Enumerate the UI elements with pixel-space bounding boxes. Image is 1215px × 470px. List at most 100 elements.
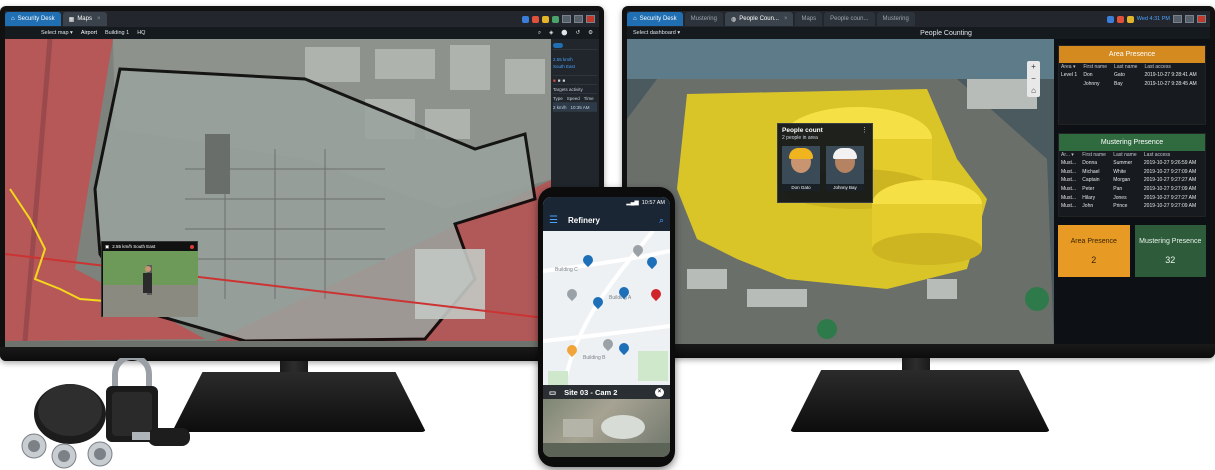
people-icon: ◍ xyxy=(730,16,737,23)
breadcrumb-hq[interactable]: HQ xyxy=(137,30,145,36)
left-toolbar: Select map ▾ Airport Building 1 HQ ⌕ ◈ ⬤… xyxy=(5,27,599,39)
gear-icon[interactable]: ⚙ xyxy=(588,30,593,36)
smartphone: ▂▄▆ 10:57 AM ☰ Refinery ⌕ Building C Bui… xyxy=(538,187,675,467)
menu-icon[interactable]: ☰ xyxy=(549,215,558,226)
alarm-icon[interactable] xyxy=(532,15,539,23)
targets-row[interactable]: 2 km/h 10:35 AM xyxy=(553,103,597,112)
target-time: 10:35 AM xyxy=(570,104,590,110)
status-icon[interactable] xyxy=(1106,15,1114,23)
close-tab-icon[interactable]: × xyxy=(97,16,101,22)
tab-security-desk[interactable]: ⌂ Security Desk xyxy=(627,12,683,26)
right-monitor-stand xyxy=(790,370,1050,432)
tile-value: 32 xyxy=(1165,254,1176,265)
cell: Jones xyxy=(1113,194,1127,201)
tab-security-desk[interactable]: ⌂ Security Desk xyxy=(5,12,61,26)
phone-camera-feed xyxy=(543,399,670,457)
maximize-button[interactable] xyxy=(1185,15,1194,23)
table-row[interactable]: Must... Donna Summer 2019-10-27 9:26:59 AM xyxy=(1059,159,1205,168)
tab-label: Mustering xyxy=(882,16,909,22)
person-card-don-gato[interactable]: Don Gato xyxy=(782,146,820,191)
breadcrumb-building[interactable]: Building 1 xyxy=(105,30,129,36)
minimize-button[interactable] xyxy=(562,15,571,23)
cell: Michael xyxy=(1082,168,1100,175)
layers-icon[interactable]: ◈ xyxy=(549,30,553,36)
phone-map[interactable]: Building C Building A Building B xyxy=(543,231,670,391)
alarm-icon[interactable] xyxy=(1116,15,1124,23)
direction-value: South East xyxy=(553,63,576,69)
pin-icon[interactable]: ⬤ xyxy=(561,30,567,36)
breadcrumb-airport[interactable]: Airport xyxy=(81,30,97,36)
health-icon[interactable] xyxy=(552,15,559,23)
col-time: Time xyxy=(583,95,594,101)
close-button[interactable] xyxy=(1197,15,1206,23)
medeco-lock-hardware xyxy=(20,354,210,470)
presence-panel-column: Area Presence Area ▾ First name Last nam… xyxy=(1054,39,1210,344)
col-area[interactable]: Ar... ▾ xyxy=(1059,151,1080,159)
notification-icon[interactable] xyxy=(542,15,549,23)
table-row[interactable]: Must... Hilary Jones 2019-10-27 9:27:27 AM xyxy=(1059,193,1205,202)
history-icon[interactable]: ↺ xyxy=(575,30,580,36)
person-card-johnny-bay[interactable]: Johnny Bay xyxy=(826,146,864,191)
mustering-presence-tile[interactable]: Mustering Presence 32 xyxy=(1134,225,1206,277)
table-row[interactable]: Must... Captain Morgan 2019-10-27 9:27:27 A… xyxy=(1059,176,1205,185)
tab-maps[interactable]: ▦ Maps × xyxy=(62,12,107,26)
select-dashboard-dropdown[interactable]: Select dashboard ▾ xyxy=(633,30,680,36)
notification-icon[interactable] xyxy=(1126,15,1134,23)
table-row[interactable]: Level 1 Don Gato 2019-10-27 9:28:41 AM xyxy=(1059,71,1205,80)
search-icon[interactable]: ⌕ xyxy=(659,215,664,226)
cell: Johnny xyxy=(1083,80,1100,87)
camera-tile[interactable]: ▣ 2.55 km/h South East xyxy=(101,241,198,317)
more-options-icon[interactable]: ⋮ xyxy=(861,126,868,134)
table-row[interactable]: Must... John Prince 2019-10-27 9:27:09 AM xyxy=(1059,202,1205,211)
tab-label: Maps xyxy=(77,16,92,22)
close-icon[interactable]: × xyxy=(655,387,664,397)
search-icon[interactable]: ⌕ xyxy=(538,30,541,37)
tab-label: People coun... xyxy=(830,16,869,22)
table-row[interactable]: Must... Michael White 2019-10-27 9:27:09 AM xyxy=(1059,168,1205,177)
speed-value: 2.55 km/h xyxy=(553,56,573,62)
door-icon[interactable]: ■ xyxy=(562,78,565,83)
tab-mustering-2[interactable]: Mustering xyxy=(876,12,915,26)
people-count-popup[interactable]: People count 2 people in area ⋮ Don Gato… xyxy=(777,123,873,203)
table-row[interactable]: Must... Peter Pan 2019-10-27 9:27:09 AM xyxy=(1059,185,1205,194)
zoom-in-button[interactable]: + xyxy=(1027,61,1040,73)
maximize-button[interactable] xyxy=(574,15,583,23)
col-last-name[interactable]: Last name xyxy=(1112,63,1142,71)
col-first-name[interactable]: First name xyxy=(1080,151,1111,159)
col-first-name[interactable]: First name xyxy=(1081,63,1112,71)
alert-icon[interactable]: ■ xyxy=(553,78,556,83)
refinery-aerial-view[interactable]: + − ⌂ People count 2 people in area ⋮ Do… xyxy=(627,39,1054,344)
signal-icon: ▂▄▆ xyxy=(626,200,639,206)
side-row-settings[interactable] xyxy=(553,41,597,50)
home-view-button[interactable]: ⌂ xyxy=(1027,85,1040,97)
col-area[interactable]: Area ▾ xyxy=(1059,63,1081,71)
tab-people-counting-2[interactable]: People coun... xyxy=(824,12,875,26)
person-name: Johnny Bay xyxy=(826,184,864,191)
phone-title: Refinery xyxy=(567,215,600,225)
video-icon[interactable]: ■ xyxy=(558,78,561,83)
record-icon[interactable] xyxy=(190,244,194,249)
tab-people-counting[interactable]: ◍ People Coun... × xyxy=(724,12,794,26)
product-scene: ⌂ Security Desk ▦ Maps × Select map ▾ Ai… xyxy=(0,0,1215,470)
minimize-button[interactable] xyxy=(1173,15,1182,23)
dashboard-title: People Counting xyxy=(920,29,972,37)
home-icon: ⌂ xyxy=(633,16,637,22)
close-tab-icon[interactable]: × xyxy=(784,16,788,22)
status-icon[interactable] xyxy=(522,15,529,23)
tab-mustering[interactable]: Mustering xyxy=(684,12,723,26)
col-last-access[interactable]: Last access xyxy=(1142,63,1205,71)
close-button[interactable] xyxy=(586,15,595,23)
zoom-out-button[interactable]: − xyxy=(1027,73,1040,85)
satellite-map[interactable]: ▣ 2.55 km/h South East xyxy=(5,39,551,347)
col-last-access[interactable]: Last access xyxy=(1142,151,1205,159)
tile-value: 2 xyxy=(1091,254,1097,265)
cell: White xyxy=(1113,168,1127,175)
toggle[interactable] xyxy=(553,42,563,48)
people-faces: Don Gato Johnny Bay xyxy=(782,146,868,191)
col-last-name[interactable]: Last name xyxy=(1111,151,1142,159)
select-map-dropdown[interactable]: Select map ▾ xyxy=(41,30,73,36)
table-row[interactable]: Johnny Bay 2019-10-27 9:28:45 AM xyxy=(1059,80,1205,89)
phone-camera-view[interactable]: ▭ Site 03 - Cam 2 × xyxy=(543,385,670,457)
area-presence-tile[interactable]: Area Presence 2 xyxy=(1058,225,1130,277)
tab-maps[interactable]: Maps xyxy=(795,12,823,26)
